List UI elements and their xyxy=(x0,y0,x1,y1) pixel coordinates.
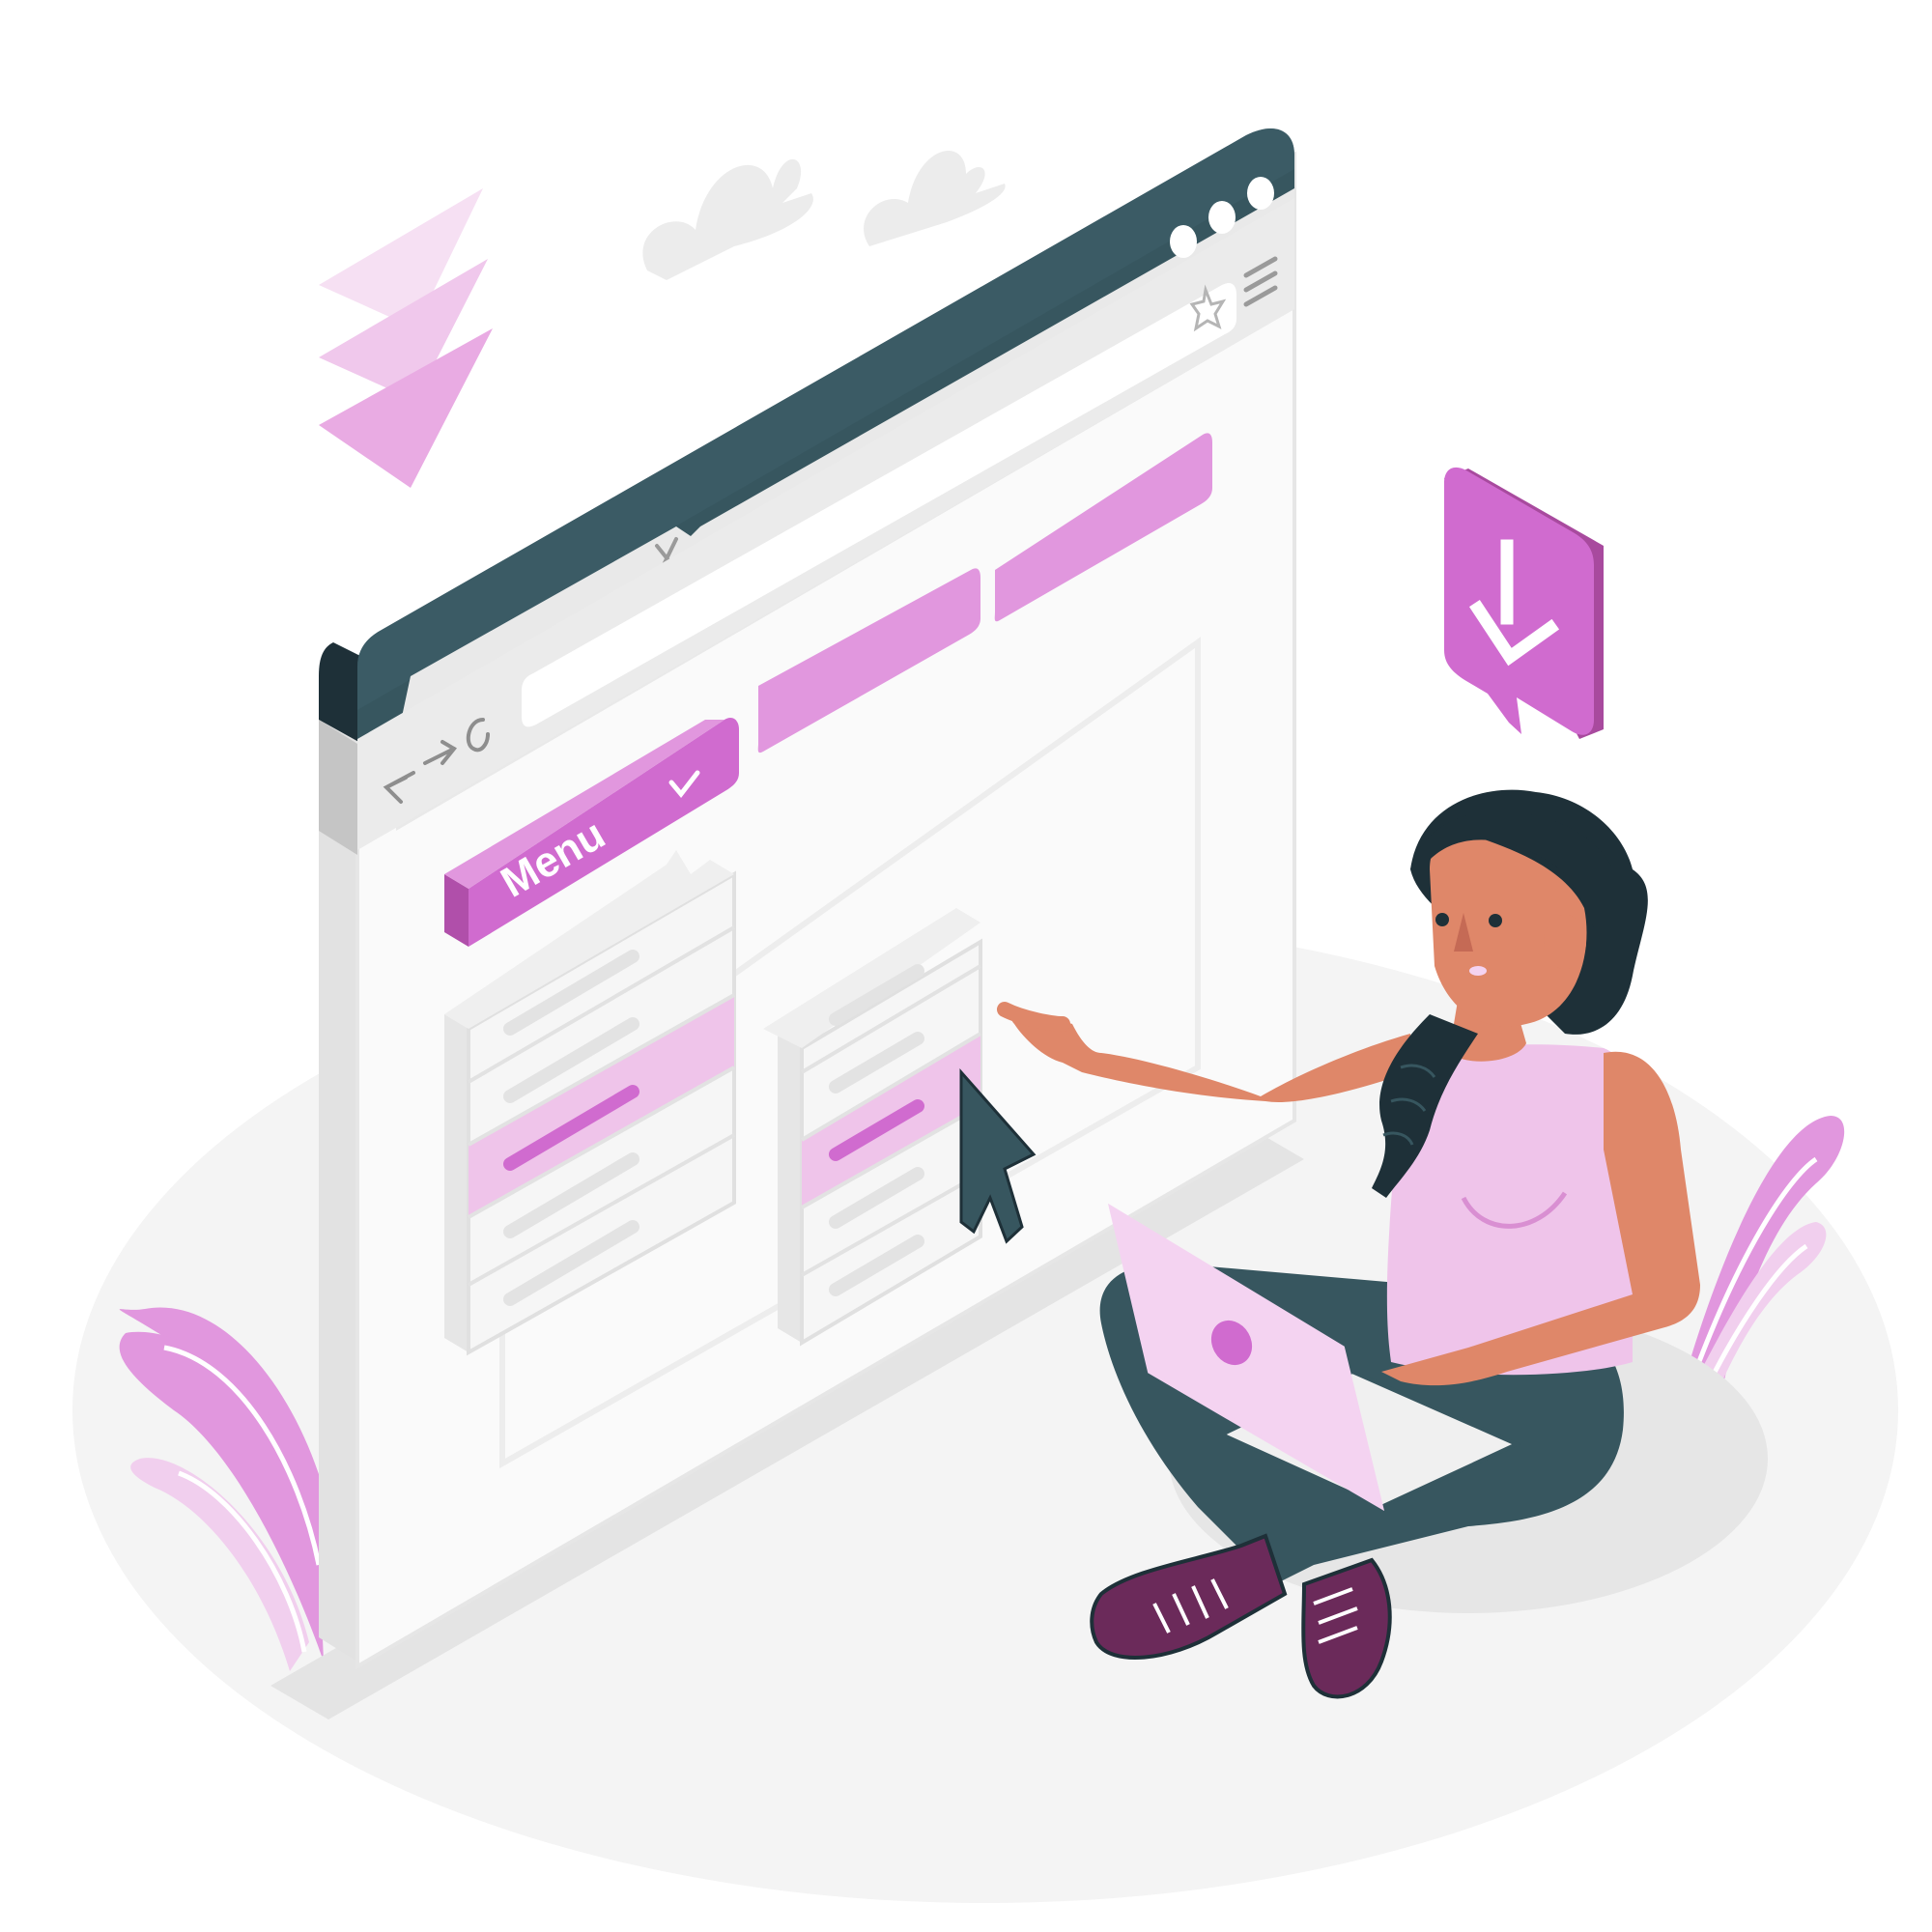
illustration: Menu xyxy=(72,128,1898,1903)
decor-triangles xyxy=(319,188,493,488)
person-eye-right xyxy=(1489,914,1502,927)
cloud-right xyxy=(864,151,1006,246)
cloud-left xyxy=(642,158,813,280)
download-badge[interactable] xyxy=(1444,467,1604,739)
person-eye-left xyxy=(1435,913,1449,926)
